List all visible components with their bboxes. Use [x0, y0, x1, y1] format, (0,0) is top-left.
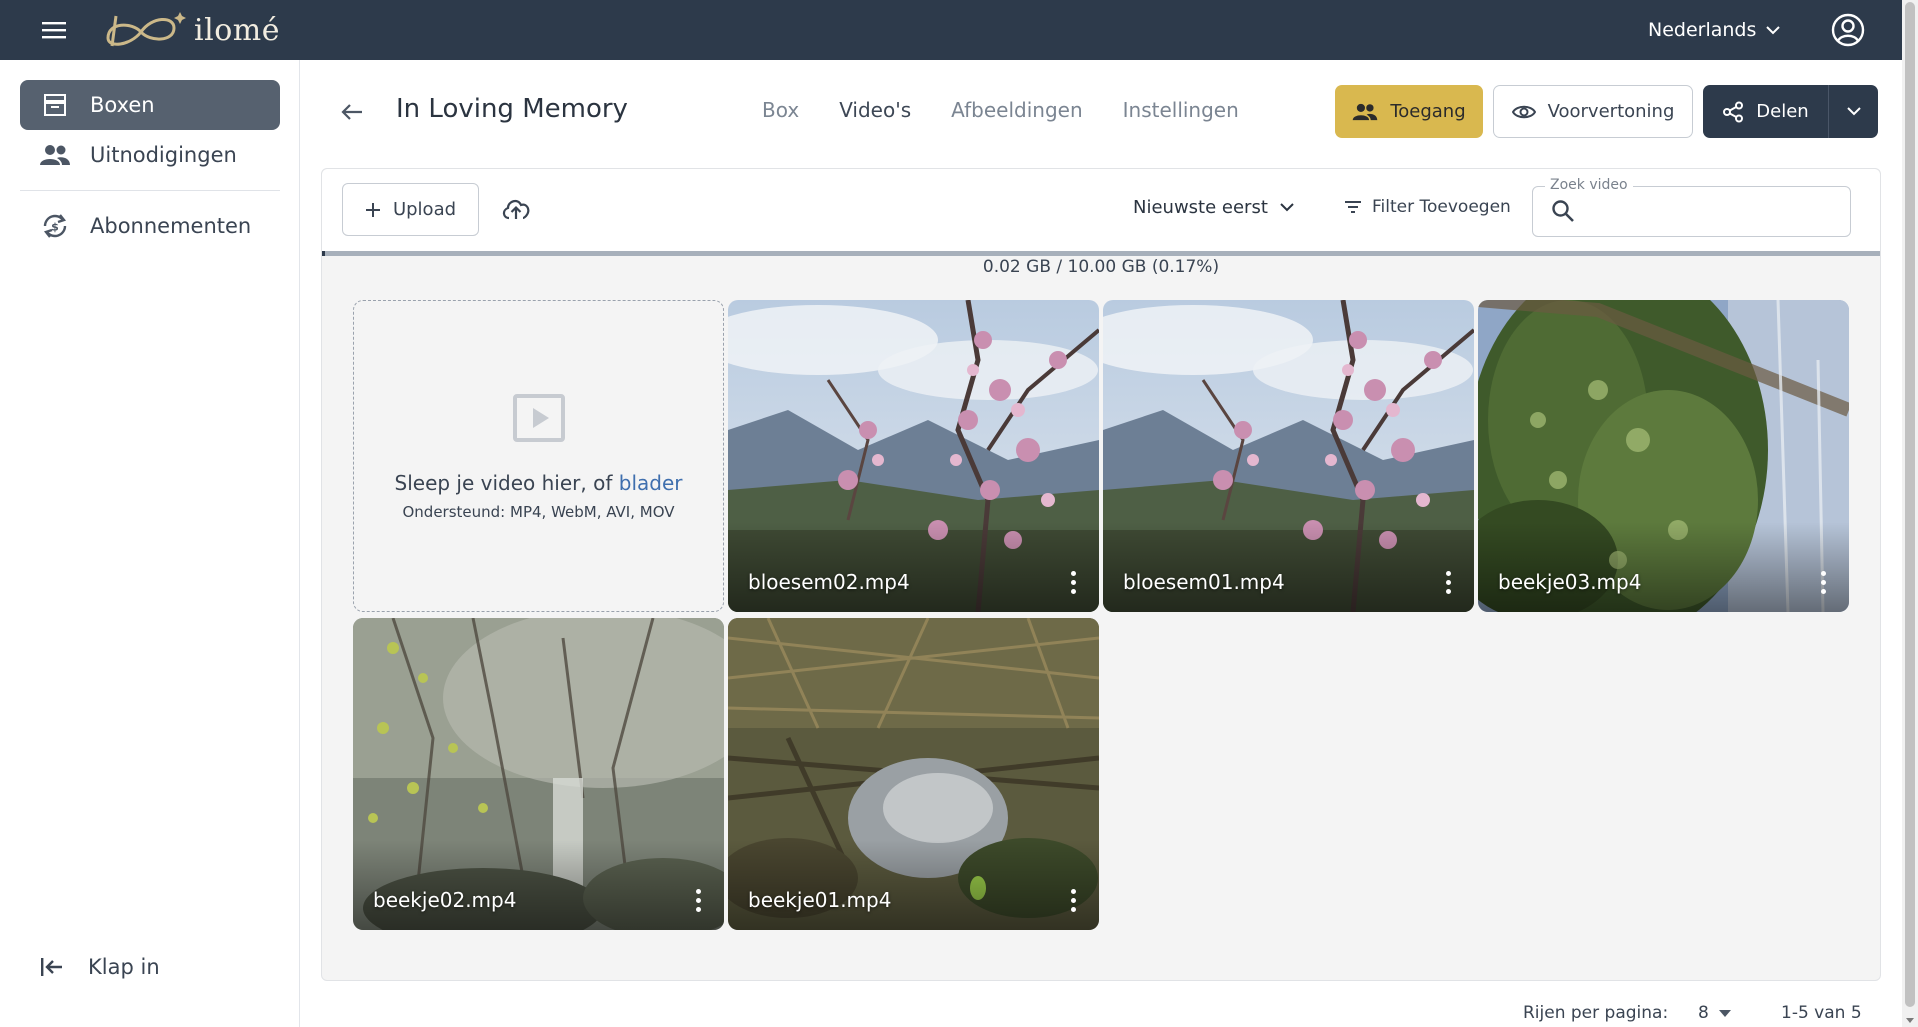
video-tile[interactable]: bloesem02.mp4: [728, 300, 1099, 612]
access-label: Toegang: [1390, 101, 1466, 122]
chevron-down-icon: [1766, 25, 1781, 34]
sort-label: Nieuwste eerst: [1133, 197, 1268, 218]
sidebar-divider: [20, 190, 280, 191]
page-title: In Loving Memory: [396, 94, 628, 124]
search-field-label: Zoek video: [1545, 177, 1633, 193]
filter-icon: [1345, 201, 1361, 213]
sidebar-item-abonnementen[interactable]: $ Abonnementen: [20, 201, 280, 251]
video-filename: beekje03.mp4: [1498, 570, 1642, 594]
more-vertical-icon[interactable]: [1436, 566, 1460, 598]
preview-label: Voorvertoning: [1547, 101, 1675, 122]
archive-icon: [20, 92, 90, 118]
more-vertical-icon[interactable]: [1061, 884, 1085, 916]
upload-button[interactable]: Upload: [342, 183, 479, 236]
sidebar-item-label: Uitnodigingen: [90, 143, 237, 167]
rows-per-page-select[interactable]: 8: [1698, 1003, 1731, 1023]
dropzone-text: Sleep je video hier, of blader: [354, 471, 723, 495]
sidebar-item-uitnodigingen[interactable]: Uitnodigingen: [20, 130, 280, 180]
collapse-left-icon: [41, 958, 62, 976]
sidebar-item-boxen[interactable]: Boxen: [20, 80, 280, 130]
video-placeholder-icon: [513, 394, 565, 442]
videos-panel: Upload Nieuwste eerst Filter Toevoegen Z…: [321, 168, 1881, 981]
video-tile[interactable]: beekje01.mp4: [728, 618, 1099, 930]
tab-instellingen[interactable]: Instellingen: [1123, 98, 1239, 122]
scrollbar-thumb[interactable]: [1905, 2, 1915, 1007]
search-icon: [1551, 199, 1575, 227]
share-button[interactable]: Delen: [1703, 85, 1828, 138]
video-tile[interactable]: beekje03.mp4: [1478, 300, 1849, 612]
hamburger-menu-icon[interactable]: [38, 16, 70, 44]
logo-text: ilomé: [194, 12, 280, 48]
preview-button[interactable]: Voorvertoning: [1493, 85, 1693, 138]
tab-afbeeldingen[interactable]: Afbeeldingen: [951, 98, 1082, 122]
thumbnail-overlay: [353, 840, 724, 930]
video-filename: bloesem02.mp4: [748, 570, 910, 594]
collapse-label: Klap in: [88, 955, 160, 979]
collapse-sidebar-button[interactable]: Klap in: [40, 955, 160, 979]
sidebar: Boxen Uitnodigingen $ Abonnementen: [0, 60, 300, 1027]
thumbnail-overlay: [728, 840, 1099, 930]
video-tile[interactable]: beekje02.mp4: [353, 618, 724, 930]
thumbnail-overlay: [1103, 522, 1474, 612]
video-filename: beekje02.mp4: [373, 888, 517, 912]
more-vertical-icon[interactable]: [1811, 566, 1835, 598]
back-button[interactable]: [332, 92, 372, 132]
cloud-upload-icon[interactable]: [498, 191, 534, 227]
language-label: Nederlands: [1648, 19, 1757, 41]
arrow-left-icon: [341, 104, 362, 120]
storage-usage-text: 0.02 GB / 10.00 GB (0.17%): [982, 257, 1220, 277]
svg-text:$: $: [51, 221, 59, 234]
sidebar-item-label: Boxen: [90, 93, 155, 117]
sidebar-item-label: Abonnementen: [90, 214, 252, 238]
tab-bar: Box Video's Afbeeldingen Instellingen: [762, 98, 1239, 122]
add-filter-button[interactable]: Filter Toevoegen: [1344, 197, 1511, 217]
upload-label: Upload: [392, 199, 457, 220]
storage-progress-fill: [322, 251, 325, 256]
storage-progress-bar: [322, 251, 1880, 256]
search-input[interactable]: [1587, 197, 1837, 227]
video-filename: bloesem01.mp4: [1123, 570, 1285, 594]
infinity-logo-icon: [106, 12, 186, 47]
video-dropzone[interactable]: Sleep je video hier, of blader Ondersteu…: [353, 300, 724, 612]
videos-toolbar: Upload Nieuwste eerst Filter Toevoegen Z…: [322, 169, 1880, 251]
access-button[interactable]: Toegang: [1335, 85, 1483, 138]
browse-link[interactable]: blader: [619, 471, 683, 495]
more-vertical-icon[interactable]: [1061, 566, 1085, 598]
people-icon: [20, 144, 90, 166]
filter-label: Filter Toevoegen: [1372, 197, 1511, 217]
rows-per-page-label: Rijen per pagina:: [1523, 1003, 1669, 1023]
sort-selector[interactable]: Nieuwste eerst: [1133, 197, 1294, 218]
plus-icon: [365, 202, 380, 217]
account-icon[interactable]: [1830, 12, 1866, 48]
more-vertical-icon[interactable]: [686, 884, 710, 916]
search-field[interactable]: Zoek video: [1532, 177, 1851, 237]
dropzone-instruction: Sleep je video hier, of: [394, 471, 619, 495]
rows-per-page-value: 8: [1698, 1003, 1709, 1023]
eye-icon: [1511, 105, 1536, 118]
top-bar: ilomé Nederlands: [0, 0, 1902, 60]
thumbnail-overlay: [728, 522, 1099, 612]
share-label: Delen: [1756, 101, 1809, 122]
supported-formats: Ondersteund: MP4, WebM, AVI, MOV: [402, 503, 675, 521]
tab-box[interactable]: Box: [762, 98, 799, 122]
video-tile[interactable]: bloesem01.mp4: [1103, 300, 1474, 612]
pagination-range: 1-5 van 5: [1781, 1003, 1862, 1023]
subscription-icon: $: [20, 211, 90, 241]
scroll-down-arrow-icon[interactable]: [1906, 1018, 1914, 1023]
thumbnail-overlay: [1478, 522, 1849, 612]
page-scrollbar[interactable]: [1902, 0, 1918, 1027]
share-options-button[interactable]: [1828, 85, 1878, 138]
caret-down-icon: [1718, 1009, 1731, 1017]
language-selector[interactable]: Nederlands: [1648, 16, 1781, 44]
video-filename: beekje01.mp4: [748, 888, 892, 912]
app-logo[interactable]: ilomé: [96, 8, 280, 52]
share-icon: [1723, 101, 1744, 122]
chevron-down-icon: [1280, 203, 1294, 212]
chevron-down-icon: [1846, 107, 1861, 116]
people-icon: [1353, 103, 1378, 120]
tab-videos[interactable]: Video's: [839, 98, 911, 122]
